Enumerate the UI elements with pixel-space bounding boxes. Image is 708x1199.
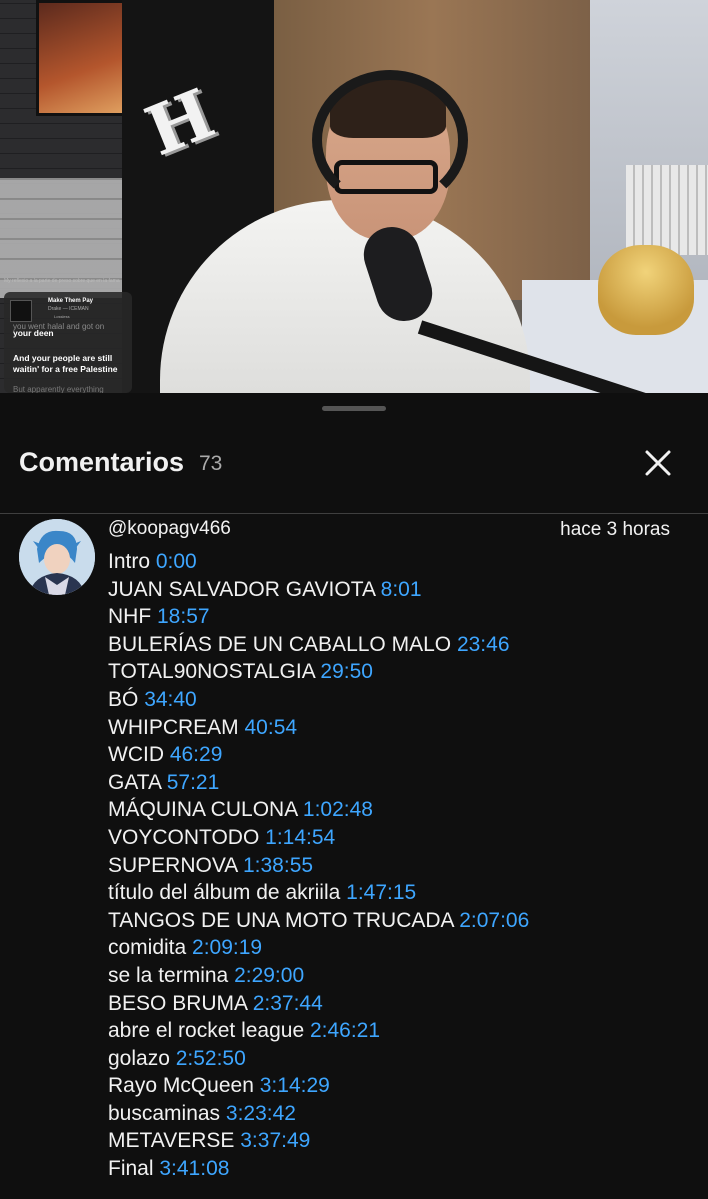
comment-line: BÓ 34:40: [108, 686, 529, 714]
line-text: MÁQUINA CULONA: [108, 798, 303, 822]
comments-header: Comentarios 73: [0, 431, 708, 513]
lossless-badge: Lossless: [54, 314, 70, 319]
line-text: golazo: [108, 1046, 176, 1070]
timestamp-link[interactable]: 2:09:19: [192, 936, 262, 959]
comment-line: buscaminas 3:23:42: [108, 1100, 529, 1128]
close-icon: [645, 450, 671, 476]
comment-line: WHIPCREAM 40:54: [108, 714, 529, 742]
timestamp-link[interactable]: 1:02:48: [303, 798, 373, 821]
timestamp-link[interactable]: 2:07:06: [459, 909, 529, 932]
comments-sheet: Comentarios 73 @koopagv466 hace 3 horas …: [0, 393, 708, 1199]
comment-line: Final 3:41:08: [108, 1155, 529, 1183]
video-player[interactable]: H My reflexio a la parte de preso sobre …: [0, 0, 708, 393]
avatar[interactable]: [19, 519, 95, 595]
timestamp-link[interactable]: 46:29: [170, 743, 223, 766]
timestamp-link[interactable]: 2:37:44: [253, 992, 323, 1015]
comment-line: MÁQUINA CULONA 1:02:48: [108, 796, 529, 824]
line-text: BULERÍAS DE UN CABALLO MALO: [108, 632, 457, 656]
comment-line: golazo 2:52:50: [108, 1045, 529, 1073]
timestamp-link[interactable]: 34:40: [144, 688, 197, 711]
music-caption: My reflexio a la parte de preso sobre qu…: [4, 278, 120, 284]
comment-line: Rayo McQueen 3:14:29: [108, 1072, 529, 1100]
line-text: se la termina: [108, 963, 235, 987]
line-text: TANGOS DE UNA MOTO TRUCADA: [108, 908, 460, 932]
comment-line: GATA 57:21: [108, 769, 529, 797]
line-text: JUAN SALVADOR GAVIOTA: [108, 577, 381, 601]
album-art: [10, 300, 32, 322]
comment-line: METAVERSE 3:37:49: [108, 1127, 529, 1155]
timestamp-link[interactable]: 57:21: [167, 771, 220, 794]
timestamp-link[interactable]: 1:47:15: [346, 881, 416, 904]
comments-count: 73: [199, 452, 223, 475]
comment-body: Intro 0:00 JUAN SALVADOR GAVIOTA 8:01 NHF …: [108, 548, 529, 1183]
line-text: WHIPCREAM: [108, 715, 245, 739]
comment-line: WCID 46:29: [108, 741, 529, 769]
line-text: BESO BRUMA: [108, 991, 253, 1015]
line-text: WCID: [108, 743, 170, 767]
plush-toy: [598, 245, 694, 335]
comment-line: se la termina 2:29:00: [108, 962, 529, 990]
wall-poster: [36, 0, 128, 116]
comments-title: Comentarios: [19, 447, 185, 477]
avatar-image: [19, 519, 95, 595]
timestamp-link[interactable]: 8:01: [381, 578, 422, 601]
timestamp-link[interactable]: 3:23:42: [226, 1102, 296, 1125]
comment-line: comidita 2:09:19: [108, 934, 529, 962]
comment-time: hace 3 horas: [560, 519, 670, 540]
comment-line: abre el rocket league 2:46:21: [108, 1017, 529, 1045]
timestamp-link[interactable]: 40:54: [245, 716, 298, 739]
comment-author[interactable]: @koopagv466: [108, 518, 231, 540]
now-playing-card: Make Them Pay Drake — ICEMAN Lossless yo…: [4, 292, 132, 393]
line-text: BÓ: [108, 687, 145, 711]
timestamp-link[interactable]: 2:52:50: [176, 1047, 246, 1070]
timestamp-link[interactable]: 3:41:08: [159, 1157, 229, 1180]
line-text: Rayo McQueen: [108, 1074, 260, 1098]
drag-handle[interactable]: [322, 406, 386, 411]
line-text: NHF: [108, 605, 157, 629]
timestamp-link[interactable]: 2:29:00: [234, 964, 304, 987]
song-title: Make Them Pay: [48, 298, 94, 304]
radiator: [626, 165, 708, 255]
timestamp-link[interactable]: 0:00: [156, 550, 197, 573]
lyric-line-2: And your people are still waitin' for a …: [13, 353, 118, 374]
timestamp-link[interactable]: 18:57: [157, 605, 210, 628]
timestamp-link[interactable]: 29:50: [320, 660, 373, 683]
comment-item: @koopagv466 hace 3 horas Intro 0:00 JUAN …: [0, 514, 708, 1199]
timestamp-link[interactable]: 3:37:49: [240, 1129, 310, 1152]
timestamp-link[interactable]: 23:46: [457, 633, 510, 656]
comment-line: título del álbum de akriila 1:47:15: [108, 879, 529, 907]
line-text: abre el rocket league: [108, 1019, 310, 1043]
line-text: TOTAL90NOSTALGIA: [108, 660, 321, 684]
timestamp-link[interactable]: 3:14:29: [260, 1074, 330, 1097]
line-text: Final: [108, 1157, 160, 1181]
close-button[interactable]: [636, 441, 680, 485]
song-artist: Drake — ICEMAN: [48, 306, 89, 312]
comment-line: TOTAL90NOSTALGIA 29:50: [108, 658, 529, 686]
comment-line: NHF 18:57: [108, 603, 529, 631]
comment-line: SUPERNOVA 1:38:55: [108, 852, 529, 880]
headphones: [312, 70, 468, 210]
line-text: comidita: [108, 936, 193, 960]
line-text: GATA: [108, 770, 167, 794]
comment-line: BESO BRUMA 2:37:44: [108, 990, 529, 1018]
comment-line: BULERÍAS DE UN CABALLO MALO 23:46: [108, 631, 529, 659]
timestamp-link[interactable]: 1:38:55: [243, 854, 313, 877]
lyric-line-1: your deen: [13, 328, 54, 338]
comment-line: Intro 0:00: [108, 548, 529, 576]
comment-line: TANGOS DE UNA MOTO TRUCADA 2:07:06: [108, 907, 529, 935]
line-text: VOYCONTODO: [108, 825, 266, 849]
line-text: título del álbum de akriila: [108, 881, 347, 905]
line-text: Intro: [108, 550, 156, 573]
comment-line: JUAN SALVADOR GAVIOTA 8:01: [108, 576, 529, 604]
line-text: METAVERSE: [108, 1129, 241, 1153]
line-text: SUPERNOVA: [108, 853, 243, 877]
line-text: buscaminas: [108, 1101, 226, 1125]
timestamp-link[interactable]: 1:14:54: [265, 826, 335, 849]
timestamp-link[interactable]: 2:46:21: [310, 1019, 380, 1042]
lyric-next: But apparently everything: [13, 385, 104, 393]
comment-line: VOYCONTODO 1:14:54: [108, 824, 529, 852]
